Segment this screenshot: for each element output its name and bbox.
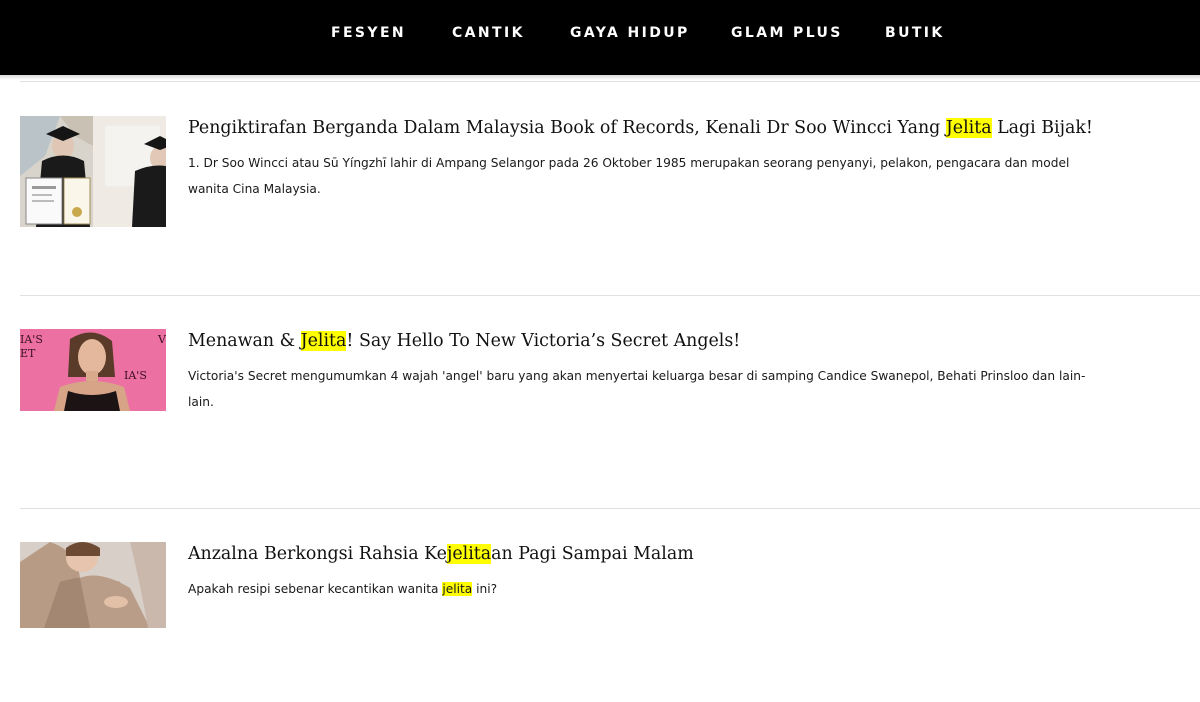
divider	[20, 508, 1200, 509]
nav-item-glam-plus[interactable]: GLAM PLUS	[731, 25, 843, 41]
nav-item-gaya-hidup[interactable]: GAYA HIDUP	[570, 25, 690, 41]
article-title[interactable]: Menawan & Jelita! Say Hello To New Victo…	[188, 329, 740, 353]
top-navigation-bar: FESYEN CANTIK GAYA HIDUP GLAM PLUS BUTIK	[0, 0, 1200, 75]
nav-item-cantik[interactable]: CANTIK	[452, 25, 525, 41]
svg-text:IA'S: IA'S	[20, 333, 43, 346]
article-title[interactable]: Pengiktirafan Berganda Dalam Malaysia Bo…	[188, 116, 1093, 140]
article-excerpt: Victoria's Secret mengumumkan 4 wajah 'a…	[188, 363, 1085, 415]
excerpt-line: Victoria's Secret mengumumkan 4 wajah 'a…	[188, 369, 1086, 383]
excerpt-line: lain.	[188, 395, 214, 409]
excerpt-line: wanita Cina Malaysia.	[188, 182, 321, 196]
article-thumbnail-victorias-secret[interactable]: IA'S ET IA'S V	[20, 329, 166, 411]
highlight: Jelita	[945, 118, 992, 138]
article-item: Pengiktirafan Berganda Dalam Malaysia Bo…	[0, 116, 1200, 276]
divider	[20, 81, 1200, 82]
excerpt-line: Apakah resipi sebenar kecantikan wanita …	[188, 582, 498, 596]
article-title[interactable]: Anzalna Berkongsi Rahsia Kejelitaan Pagi…	[188, 542, 694, 566]
article-item: Anzalna Berkongsi Rahsia Kejelitaan Pagi…	[0, 542, 1200, 702]
article-thumbnail-soo-wincci[interactable]	[20, 116, 166, 227]
excerpt-line: 1. Dr Soo Wincci atau Sū Yíngzhī lahir d…	[188, 156, 1070, 170]
divider	[20, 295, 1200, 296]
nav-item-butik[interactable]: BUTIK	[885, 25, 945, 41]
nav-item-fesyen[interactable]: FESYEN	[331, 25, 406, 41]
article-thumbnail-anzalna[interactable]	[20, 542, 166, 628]
article-excerpt: 1. Dr Soo Wincci atau Sū Yíngzhī lahir d…	[188, 150, 1069, 202]
svg-text:IA'S: IA'S	[124, 369, 147, 382]
svg-text:ET: ET	[20, 347, 36, 360]
svg-text:V: V	[157, 333, 166, 346]
highlight: Jelita	[300, 331, 347, 351]
highlight: jelita	[446, 544, 492, 564]
article-excerpt: Apakah resipi sebenar kecantikan wanita …	[188, 576, 497, 602]
article-item: IA'S ET IA'S V Menawan & Jelita! Say Hel…	[0, 329, 1200, 489]
nav-shadow	[0, 75, 1200, 80]
highlight: jelita	[442, 582, 473, 596]
